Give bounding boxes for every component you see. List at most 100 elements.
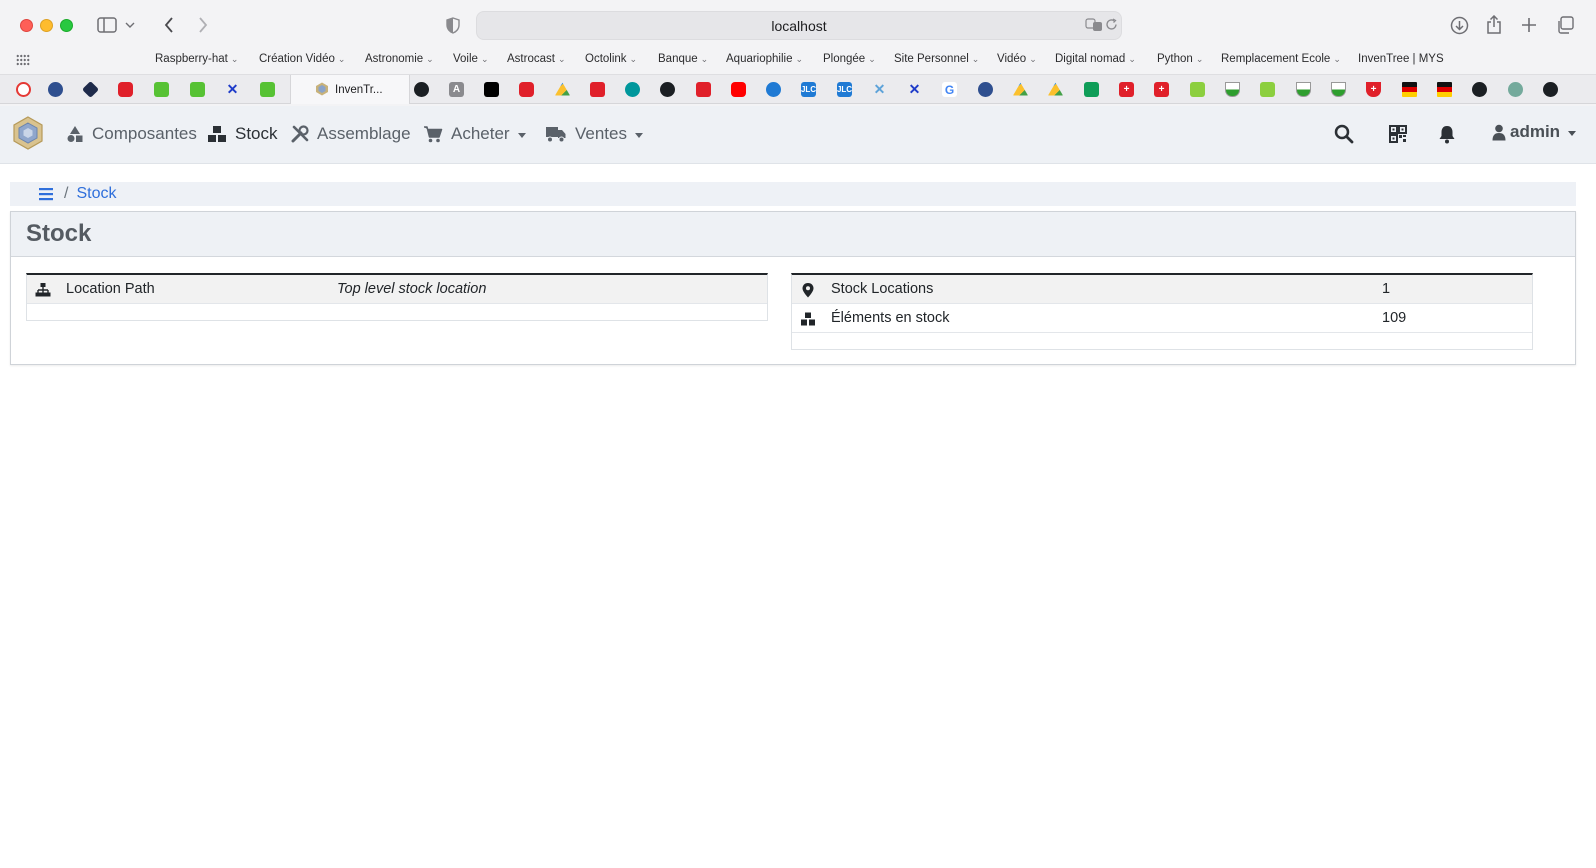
bookmarks-grid-icon[interactable] xyxy=(16,54,30,66)
github-icon[interactable] xyxy=(1543,82,1558,97)
zoom-window-button[interactable] xyxy=(60,19,73,32)
close-window-button[interactable] xyxy=(20,19,33,32)
shield-icon[interactable]: + xyxy=(1366,82,1381,97)
bookmark-folder[interactable]: Astrocast ⌄ xyxy=(507,53,565,65)
bookmark-folder[interactable]: Site Personnel ⌄ xyxy=(894,53,979,65)
tab-favicon-icon[interactable] xyxy=(48,82,63,97)
location-path-value: Top level stock location xyxy=(337,281,487,297)
stock-locations-value: 1 xyxy=(1382,281,1391,297)
bookmark-folder[interactable]: Plongée ⌄ xyxy=(823,53,876,65)
shield-icon[interactable] xyxy=(1331,82,1346,97)
german-flag-icon[interactable] xyxy=(1437,82,1452,97)
tab-favicon-icon[interactable] xyxy=(1190,82,1205,97)
github-icon[interactable] xyxy=(1472,82,1487,97)
nav-ventes-dropdown[interactable]: Ventes xyxy=(545,122,643,146)
google-drive-icon[interactable] xyxy=(1048,82,1063,96)
bookmark-folder[interactable]: Création Vidéo ⌄ xyxy=(259,53,345,65)
german-flag-icon[interactable] xyxy=(1402,82,1417,97)
google-drive-icon[interactable] xyxy=(1013,82,1028,96)
tab-favicon-icon[interactable]: ✕ xyxy=(872,81,887,97)
reload-icon[interactable] xyxy=(1105,18,1118,34)
tab-favicon-icon[interactable] xyxy=(1260,82,1275,97)
tab-favicon-icon[interactable] xyxy=(519,82,534,97)
bookmark-folder[interactable]: Banque ⌄ xyxy=(658,53,708,65)
browser-titlebar: localhost xyxy=(0,0,1596,50)
tab-bar: ✕ InvenTr... A JLC JLC ✕ ✕ G + + + xyxy=(0,74,1596,104)
bookmark-folder[interactable]: Voile ⌄ xyxy=(453,53,488,65)
tab-favicon-icon[interactable]: ✕ xyxy=(225,81,240,97)
share-icon[interactable] xyxy=(1481,13,1507,37)
tab-favicon-icon[interactable] xyxy=(154,82,169,97)
forward-icon[interactable] xyxy=(190,13,216,37)
shield-icon[interactable] xyxy=(1296,82,1311,97)
breadcrumb-stock-link[interactable]: Stock xyxy=(76,185,116,203)
tools-icon xyxy=(291,125,309,143)
shield-icon[interactable] xyxy=(1225,82,1240,97)
swiss-flag-icon[interactable]: + xyxy=(1154,82,1169,97)
stock-summary-table: Stock Locations 1 Éléments en stock 109 xyxy=(791,273,1533,350)
minimize-window-button[interactable] xyxy=(40,19,53,32)
tab-favicon-icon[interactable] xyxy=(82,81,99,98)
nav-composantes[interactable]: Composantes xyxy=(66,122,197,146)
tab-favicon-icon[interactable] xyxy=(190,82,205,97)
tab-favicon-icon[interactable] xyxy=(696,82,711,97)
jlc-icon[interactable]: JLC xyxy=(837,82,852,97)
downloads-icon[interactable] xyxy=(1446,13,1472,37)
table-row-empty xyxy=(792,333,1532,349)
qr-code-icon[interactable] xyxy=(1388,124,1408,144)
nav-acheter-dropdown[interactable]: Acheter xyxy=(423,122,526,146)
chevron-down-icon xyxy=(517,132,526,138)
app-navbar: Composantes Stock Assemblage Acheter Ven… xyxy=(0,106,1596,164)
new-tab-icon[interactable] xyxy=(1516,13,1542,37)
google-icon[interactable]: G xyxy=(942,82,957,97)
tab-favicon-icon[interactable] xyxy=(16,82,31,97)
bookmark-folder[interactable]: Aquariophilie ⌄ xyxy=(726,53,803,65)
google-drive-icon[interactable] xyxy=(555,82,570,96)
tab-favicon-icon[interactable] xyxy=(978,82,993,97)
tab-favicon-icon[interactable]: A xyxy=(449,82,464,97)
tab-favicon-icon[interactable] xyxy=(484,82,499,97)
bookmark-folder[interactable]: Raspberry-hat ⌄ xyxy=(155,53,238,65)
bookmark-link[interactable]: InvenTree | MYS xyxy=(1358,53,1444,65)
tab-favicon-icon[interactable] xyxy=(260,82,275,97)
sitemap-icon xyxy=(35,283,51,297)
tab-favicon-icon[interactable]: ✕ xyxy=(907,81,922,97)
google-sheets-icon[interactable] xyxy=(1084,82,1099,97)
bookmark-folder[interactable]: Remplacement Ecole ⌄ xyxy=(1221,53,1341,65)
nav-assemblage[interactable]: Assemblage xyxy=(291,122,411,146)
bookmark-folder[interactable]: Python ⌄ xyxy=(1157,53,1203,65)
search-icon[interactable] xyxy=(1334,124,1354,144)
sidebar-toggle-icon[interactable] xyxy=(94,13,120,37)
map-marker-icon xyxy=(802,283,814,298)
address-bar[interactable]: localhost xyxy=(476,11,1122,40)
arduino-icon[interactable] xyxy=(625,82,640,97)
openai-icon[interactable] xyxy=(1508,82,1523,97)
bookmark-folder[interactable]: Octolink ⌄ xyxy=(585,53,637,65)
github-icon[interactable] xyxy=(414,82,429,97)
nav-stock[interactable]: Stock xyxy=(207,122,278,146)
bookmark-folder[interactable]: Astronomie ⌄ xyxy=(365,53,434,65)
user-menu-dropdown[interactable]: admin xyxy=(1492,122,1577,142)
translate-icon[interactable] xyxy=(1085,18,1103,35)
tab-overview-icon[interactable] xyxy=(1552,13,1578,37)
privacy-shield-icon[interactable] xyxy=(440,13,466,37)
youtube-icon[interactable] xyxy=(731,82,746,97)
bookmark-folder[interactable]: Vidéo ⌄ xyxy=(997,53,1037,65)
chevron-down-icon xyxy=(1568,130,1577,136)
tab-favicon-icon[interactable] xyxy=(766,82,781,97)
inventree-logo[interactable] xyxy=(12,116,44,150)
bookmark-folder[interactable]: Digital nomad ⌄ xyxy=(1055,53,1136,65)
jlc-icon[interactable]: JLC xyxy=(801,82,816,97)
bell-icon[interactable] xyxy=(1437,124,1457,144)
boxes-icon xyxy=(208,126,226,142)
bookmarks-bar: Raspberry-hat ⌄ Création Vidéo ⌄ Astronomi… xyxy=(0,50,1596,70)
page-title: Stock xyxy=(11,212,1575,257)
tab-favicon-icon[interactable] xyxy=(118,82,133,97)
menu-icon[interactable] xyxy=(38,187,54,201)
back-icon[interactable] xyxy=(156,13,182,37)
tab-favicon-icon[interactable] xyxy=(590,82,605,97)
tab-inventree[interactable]: InvenTr... xyxy=(290,75,410,104)
swiss-flag-icon[interactable]: + xyxy=(1119,82,1134,97)
github-icon[interactable] xyxy=(660,82,675,97)
sidebar-menu-chevron-icon[interactable] xyxy=(122,13,138,37)
